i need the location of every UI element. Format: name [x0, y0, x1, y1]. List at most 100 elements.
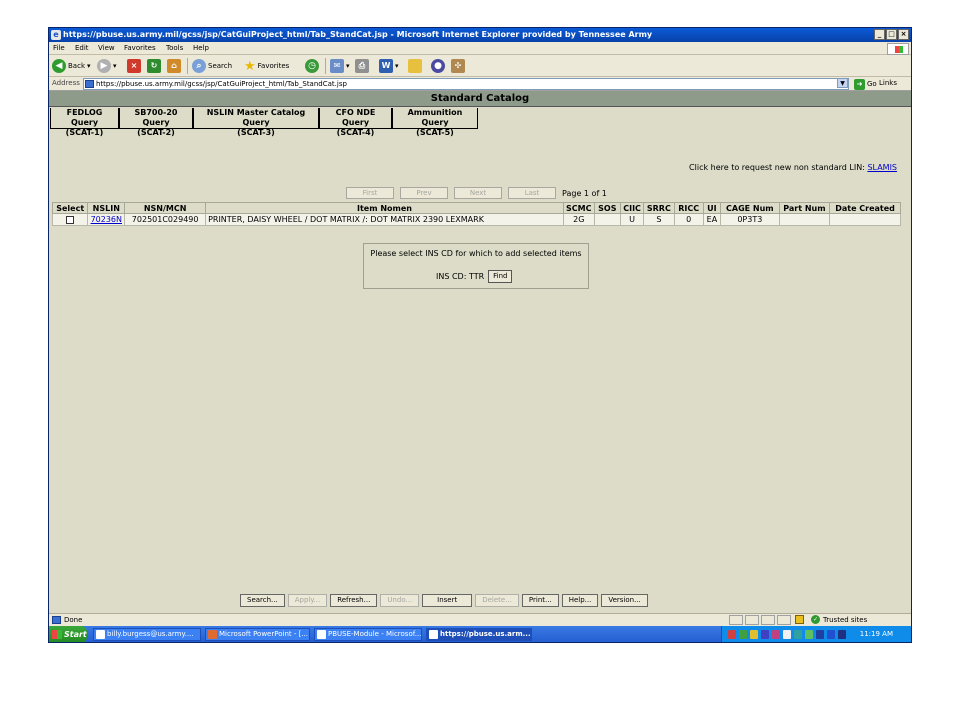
start-button[interactable]: Start: [49, 626, 87, 642]
apply-button[interactable]: Apply...: [287, 594, 328, 607]
prev-page-button[interactable]: Prev: [400, 187, 448, 199]
tray-icon[interactable]: [794, 630, 802, 639]
tray-icon[interactable]: [816, 630, 824, 639]
tray-icon[interactable]: [838, 630, 846, 639]
col-cage[interactable]: CAGE Num: [720, 202, 780, 214]
tray-icon[interactable]: [783, 630, 791, 639]
insert-button[interactable]: Insert: [422, 594, 473, 607]
system-tray: 11:19 AM: [721, 626, 911, 642]
search-button[interactable]: Search...: [240, 594, 285, 607]
col-ciic[interactable]: CIIC: [619, 202, 645, 214]
status-bar: Done ✓ Trusted sites: [49, 613, 911, 626]
tab-nslin-master[interactable]: NSLIN Master Catalog Query (SCAT-3): [193, 108, 319, 137]
menu-file[interactable]: File: [53, 44, 65, 52]
undo-button[interactable]: Undo...: [380, 594, 420, 607]
ie-icon: [429, 630, 438, 639]
menu-favorites[interactable]: Favorites: [124, 44, 156, 52]
nomen-cell: PRINTER, DAISY WHEEL / DOT MATRIX /: DOT…: [205, 213, 564, 226]
col-part[interactable]: Part Num: [778, 202, 831, 214]
next-page-button[interactable]: Next: [454, 187, 502, 199]
page-content: Standard Catalog FEDLOG Query (SCAT-1) S…: [49, 91, 911, 613]
version-button[interactable]: Version...: [601, 594, 648, 607]
nslin-link[interactable]: 70236N: [91, 215, 122, 224]
refresh-button[interactable]: ↻: [147, 58, 161, 74]
tray-icon[interactable]: [772, 630, 780, 639]
col-scmc[interactable]: SCMC: [562, 202, 595, 214]
mail-button[interactable]: ✉ ▾: [330, 58, 350, 74]
taskbar-item-powerpoint[interactable]: Microsoft PowerPoint - [...: [205, 628, 310, 641]
print-button[interactable]: ⎙: [355, 58, 369, 74]
tray-icon[interactable]: [739, 630, 747, 639]
forward-arrow-icon: ▶: [97, 59, 111, 73]
folder-button[interactable]: [408, 58, 422, 74]
tray-icon[interactable]: [728, 630, 736, 639]
nsn-cell: 702501C029490: [124, 213, 207, 226]
first-page-button[interactable]: First: [346, 187, 394, 199]
col-ui[interactable]: UI: [702, 202, 722, 214]
forward-button[interactable]: ▶ ▾: [97, 58, 117, 74]
select-checkbox[interactable]: [66, 215, 75, 224]
links-button[interactable]: Links: [879, 79, 897, 87]
tab-fedlog[interactable]: FEDLOG Query (SCAT-1): [50, 108, 119, 137]
taskbar-item-email[interactable]: billy.burgess@us.army....: [93, 628, 201, 641]
search-button[interactable]: ⌕ Search: [192, 58, 232, 74]
tray-icon[interactable]: [805, 630, 813, 639]
clock[interactable]: 11:19 AM: [860, 630, 893, 638]
tray-icon[interactable]: [827, 630, 835, 639]
chevron-down-icon: ▾: [87, 62, 91, 70]
stop-icon: ×: [127, 59, 141, 73]
chevron-down-icon: ▾: [113, 62, 117, 70]
last-page-button[interactable]: Last: [508, 187, 556, 199]
go-button[interactable]: ➜ Go: [854, 78, 877, 90]
ricc-cell: 0: [673, 213, 704, 226]
tray-icon[interactable]: [750, 630, 758, 639]
tab-cfo-nde[interactable]: CFO NDE Query (SCAT-4): [319, 108, 392, 137]
menu-help[interactable]: Help: [193, 44, 209, 52]
history-button[interactable]: ◷: [305, 58, 319, 74]
windows-logo-icon: [887, 43, 909, 55]
find-button[interactable]: Find: [488, 270, 513, 283]
col-nslin[interactable]: NSLIN: [87, 202, 126, 214]
col-srrc[interactable]: SRRC: [643, 202, 675, 214]
address-dropdown[interactable]: ▼: [837, 78, 848, 88]
research-button[interactable]: ✣: [451, 58, 465, 74]
address-input[interactable]: https://pbuse.us.army.mil/gcss/jsp/CatGu…: [83, 78, 849, 90]
help-button[interactable]: Help...: [561, 594, 599, 607]
tab-ammunition[interactable]: Ammunition Query (SCAT-5): [392, 108, 478, 137]
refresh-button[interactable]: Refresh...: [330, 594, 378, 607]
col-nsn[interactable]: NSN/MCN: [124, 202, 207, 214]
maximize-button[interactable]: □: [886, 29, 897, 40]
menu-bar: File Edit View Favorites Tools Help: [49, 42, 911, 55]
table-header-row: Select NSLIN NSN/MCN Item Nomen SCMC SOS…: [51, 202, 901, 214]
menu-edit[interactable]: Edit: [75, 44, 89, 52]
col-date[interactable]: Date Created: [829, 202, 901, 214]
print-button[interactable]: Print...: [521, 594, 559, 607]
page-title: Standard Catalog: [49, 91, 911, 107]
ins-cd-label: INS CD: TTR: [436, 272, 485, 281]
delete-button[interactable]: Delete...: [475, 594, 519, 607]
taskbar-item-pbuse-web[interactable]: https://pbuse.us.arm...: [426, 628, 532, 641]
menu-view[interactable]: View: [98, 44, 115, 52]
page-icon: [85, 80, 94, 88]
taskbar-item-pbuse[interactable]: PBUSE-Module - Microsof...: [314, 628, 422, 641]
tab-sb700[interactable]: SB700-20 Query (SCAT-2): [119, 108, 193, 137]
col-select[interactable]: Select: [51, 202, 89, 214]
edit-button[interactable]: W ▾: [379, 58, 399, 74]
lock-icon: [795, 615, 804, 624]
action-buttons: Search... Apply... Refresh... Undo... In…: [240, 594, 648, 607]
close-button[interactable]: ×: [898, 29, 909, 40]
back-button[interactable]: ◀ Back ▾: [52, 58, 91, 74]
col-item-nomen[interactable]: Item Nomen: [205, 202, 564, 214]
menu-tools[interactable]: Tools: [166, 44, 183, 52]
col-ricc[interactable]: RICC: [673, 202, 704, 214]
stop-button[interactable]: ×: [127, 58, 141, 74]
chevron-down-icon: ▾: [395, 62, 399, 70]
tray-icon[interactable]: [761, 630, 769, 639]
favorites-button[interactable]: ★ Favorites: [244, 58, 289, 74]
col-sos[interactable]: SOS: [593, 202, 621, 214]
pager: First Prev Next Last Page 1 of 1: [346, 187, 607, 199]
home-button[interactable]: ⌂: [167, 58, 181, 74]
minimize-button[interactable]: _: [874, 29, 885, 40]
messenger-button[interactable]: ●: [431, 58, 445, 74]
slamis-link[interactable]: SLAMIS: [867, 163, 897, 172]
